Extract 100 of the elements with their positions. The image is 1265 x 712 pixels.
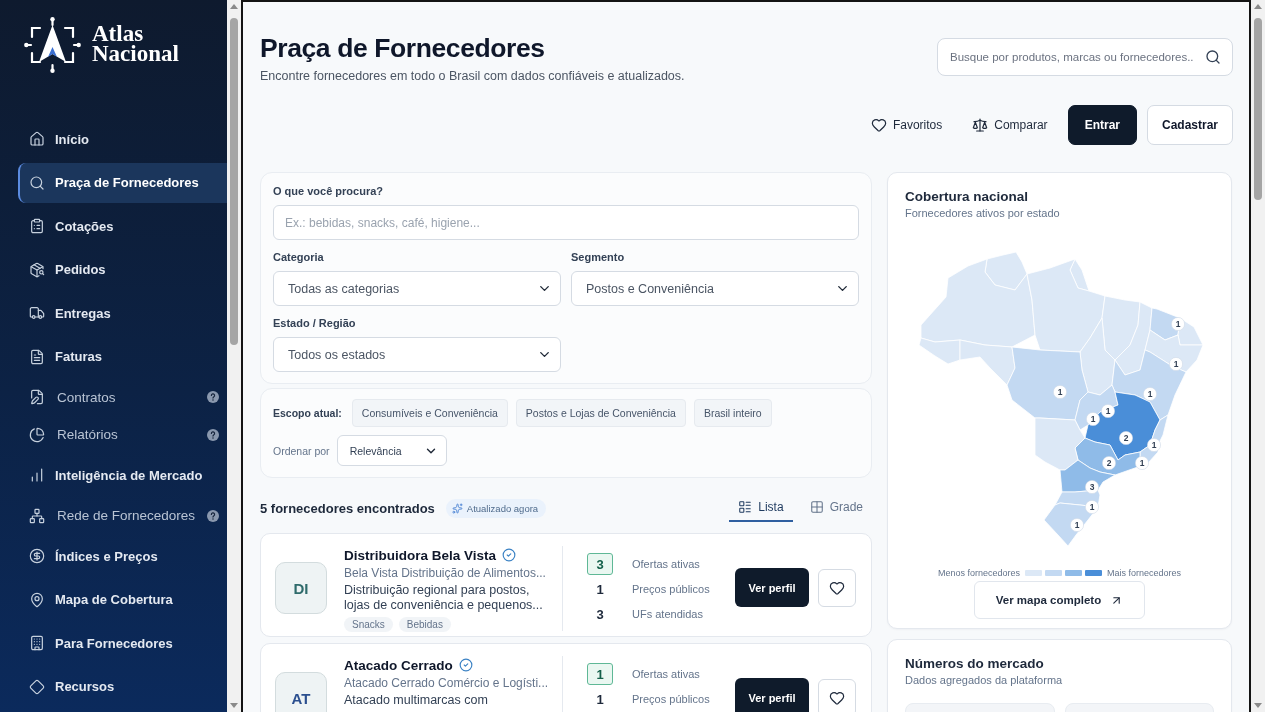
scroll-up-icon[interactable] — [1254, 4, 1262, 9]
view-tab[interactable]: Grade — [800, 494, 872, 522]
select-field[interactable]: Todas as categorias — [273, 271, 561, 306]
card-subtitle: Dados agregados da plataforma — [905, 674, 1064, 687]
nav-item[interactable]: Entregas — [18, 293, 227, 333]
nav-item[interactable]: Cotações — [18, 206, 227, 246]
help-icon[interactable] — [207, 391, 219, 403]
select-field[interactable]: Todos os estados — [273, 337, 561, 372]
map-marker: 1 — [1053, 385, 1067, 399]
nav-item[interactable]: Inteligência de Mercado — [18, 455, 227, 495]
nav-item[interactable]: Faturas — [18, 336, 227, 377]
map-marker: 1 — [1143, 387, 1157, 401]
stat-value: 1 — [587, 663, 613, 685]
legend-label: Mais fornecedores — [1107, 568, 1182, 578]
nav-item[interactable]: Mapa de Cobertura — [18, 579, 227, 620]
stat-value: 3 — [587, 553, 613, 575]
scope-chip: Brasil inteiro — [693, 399, 772, 427]
legal-name: Atacado Cerrado Comércio e Logísti... — [344, 676, 550, 690]
stat-label: Ofertas ativas — [632, 668, 700, 680]
bar-chart-icon — [29, 467, 45, 483]
page-subtitle: Encontre fornecedores em todo o Brasil com dados confiáveis e atualizados. — [260, 68, 685, 84]
card-title: Cobertura nacional — [905, 188, 1030, 205]
map-marker: 1 — [1070, 518, 1084, 532]
stat-value: 1 — [595, 690, 605, 709]
nav-item[interactable]: Para Fornecedores — [18, 623, 227, 663]
brand-name: Atlas Nacional — [92, 24, 180, 64]
package-search-icon — [29, 261, 45, 278]
pie-chart-icon — [29, 426, 45, 443]
search-field[interactable]: Busque por produtos, marcas ou fornecedores.. — [937, 38, 1233, 76]
supplier-name: Atacado Cerrado — [344, 657, 453, 673]
map-marker: 3 — [1085, 480, 1099, 494]
scale-icon — [972, 117, 989, 133]
badge-text: Atualizado agora — [466, 502, 539, 514]
sort-select[interactable]: Relevância — [336, 435, 447, 466]
clipboard-icon — [29, 218, 45, 234]
scroll-down-icon[interactable] — [1254, 703, 1262, 708]
scroll-down-icon[interactable] — [230, 703, 238, 708]
link-button[interactable]: Favoritos — [860, 105, 953, 145]
results-count: 5 fornecedores encontrados — [260, 500, 435, 516]
login-button[interactable]: Entrar — [1067, 105, 1137, 145]
heart-icon — [829, 689, 845, 706]
sort-label: Ordenar por — [273, 444, 330, 457]
scope-label: Escopo atual: — [273, 407, 342, 419]
nav-item[interactable]: Rede de Fornecedores — [18, 498, 227, 533]
page-title: Praça de Fornecedores — [260, 32, 546, 64]
favorite-button[interactable] — [818, 568, 856, 607]
scope-chip: Postos e Lojas de Conveniência — [515, 399, 686, 427]
nav-item[interactable]: Início — [18, 119, 227, 159]
link-button[interactable]: Comparar — [962, 105, 1058, 145]
nav-item[interactable]: Praça de Fornecedores — [18, 162, 227, 203]
stat-label: Preços públicos — [632, 693, 710, 705]
grid-icon — [809, 500, 824, 514]
field-label: Categoria — [273, 251, 325, 263]
map-marker: 1 — [1101, 404, 1115, 418]
network-icon — [29, 507, 45, 524]
scrollbar[interactable] — [227, 0, 241, 712]
help-icon[interactable] — [207, 509, 220, 522]
nav-item[interactable]: Recursos — [18, 666, 227, 707]
help-icon[interactable] — [207, 428, 219, 441]
diamond-icon — [29, 678, 45, 695]
scrollbar-thumb[interactable] — [1254, 18, 1262, 200]
logo-icon — [24, 17, 81, 73]
scrollbar-thumb[interactable] — [230, 18, 238, 345]
select-field[interactable]: Postos e Conveniência — [571, 271, 859, 306]
search-icon — [29, 174, 45, 191]
list-icon — [738, 500, 753, 514]
avatar: DI — [275, 562, 327, 614]
view-tab[interactable]: Lista — [729, 494, 793, 522]
supplier-name: Distribuidora Bela Vista — [344, 547, 497, 563]
card-subtitle: Fornecedores ativos por estado — [905, 207, 1061, 220]
map-marker: 2 — [1119, 431, 1133, 445]
home-icon — [29, 131, 45, 147]
supplier-description: Distribuição regional para postos, lojas de conveniência e pequenos... — [344, 583, 544, 613]
field-label: Segmento — [571, 251, 626, 263]
signup-button[interactable]: Cadastrar — [1146, 105, 1233, 145]
map-marker: 1 — [1169, 357, 1183, 371]
view-profile-button[interactable]: Ver perfil — [735, 678, 809, 712]
nav-item[interactable]: Índices e Preços — [18, 536, 227, 576]
card-title: Números do mercado — [905, 655, 1045, 672]
map-pin-icon — [29, 591, 45, 608]
legal-name: Bela Vista Distribuição de Alimentos... — [344, 566, 547, 580]
stat-label: Preços públicos — [632, 583, 710, 595]
map-marker: 1 — [1171, 317, 1185, 331]
nav-item[interactable]: Relatórios — [18, 417, 227, 452]
full-map-button[interactable]: Ver mapa completo — [974, 581, 1145, 619]
field-label: O que você procura? — [273, 185, 385, 197]
nav-item[interactable]: Pedidos — [18, 249, 227, 290]
heart-icon — [870, 117, 887, 133]
document-icon — [29, 348, 45, 365]
view-profile-button[interactable]: Ver perfil — [735, 568, 809, 607]
scrollbar[interactable] — [1251, 0, 1265, 712]
search-icon[interactable] — [1205, 49, 1221, 65]
favorite-button[interactable] — [818, 678, 856, 712]
supplier-description: Atacado multimarcas com — [344, 693, 489, 708]
query-input[interactable]: Ex.: bebidas, snacks, café, higiene... — [273, 205, 859, 240]
truck-icon — [29, 305, 45, 321]
map-marker: 2 — [1102, 456, 1116, 470]
building-icon — [29, 635, 45, 651]
scroll-up-icon[interactable] — [230, 4, 238, 9]
nav-item[interactable]: Contratos — [18, 380, 227, 414]
